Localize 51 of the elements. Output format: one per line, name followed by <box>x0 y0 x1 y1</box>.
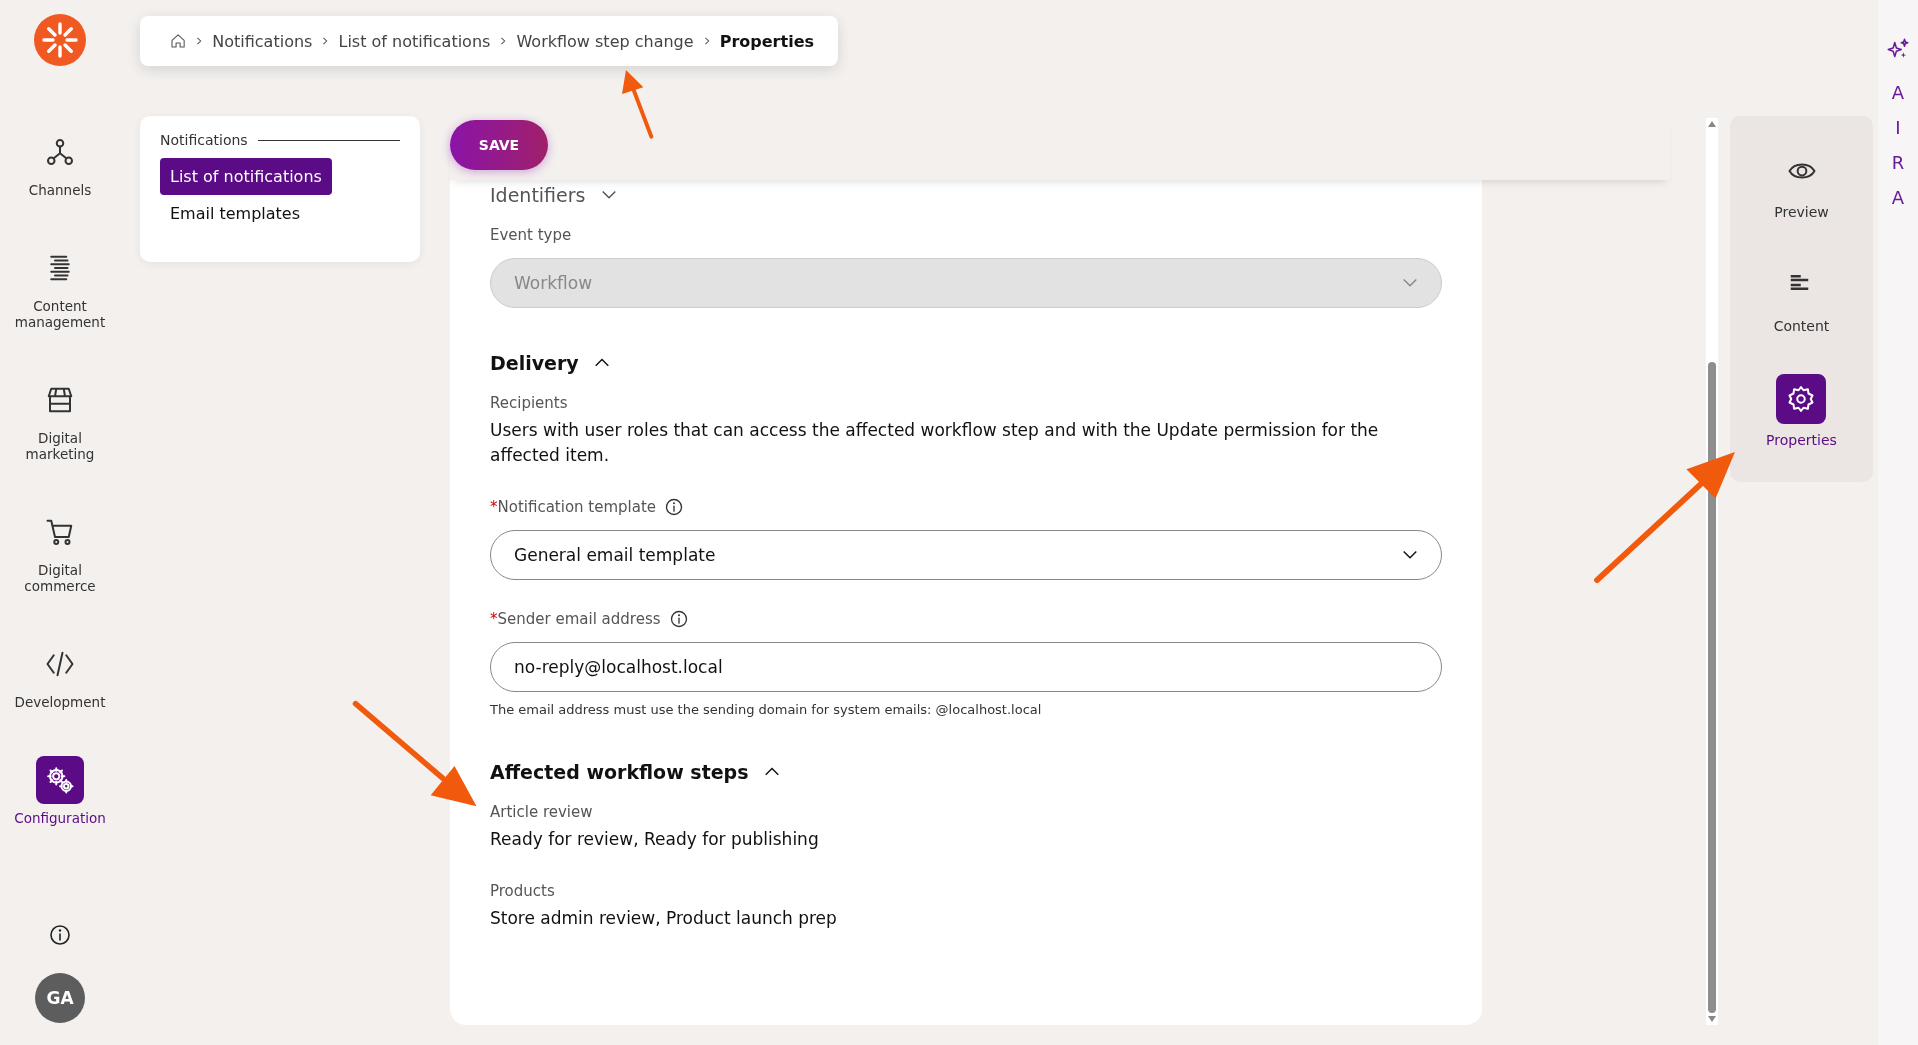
input-field[interactable]: no-reply@localhost.local <box>490 642 1442 692</box>
breadcrumb-current: Properties <box>719 31 814 51</box>
dropdown-field: Workflow <box>490 258 1442 308</box>
storefront-icon <box>45 385 75 415</box>
section-header[interactable]: Identifiers <box>490 180 1442 210</box>
info-icon[interactable] <box>664 497 685 517</box>
logo-icon <box>34 14 86 66</box>
user-avatar[interactable]: GA <box>35 973 85 1023</box>
aira-letter[interactable]: A <box>1891 82 1905 103</box>
info-icon[interactable] <box>48 923 72 947</box>
aira-letter[interactable]: R <box>1891 152 1905 173</box>
submenu-item[interactable]: Email templates <box>160 195 311 232</box>
field-label: Recipients <box>490 394 568 412</box>
nav-item[interactable]: Digital marketing <box>4 376 116 462</box>
network-icon <box>45 137 75 167</box>
breadcrumb-link[interactable]: Notifications <box>212 31 313 51</box>
field-value: Store admin review, Product launch prep <box>490 907 838 930</box>
breadcrumb-link[interactable]: Workflow step change <box>516 31 694 51</box>
nav-item[interactable]: Digital commerce <box>4 508 116 594</box>
help-text: The email address must use the sending domain for system emails: @localhost.local <box>490 702 1043 717</box>
field-label: Products <box>490 882 555 900</box>
scroll-down-icon[interactable] <box>1707 1015 1717 1023</box>
field-label: Article review <box>490 803 593 821</box>
field-label: *Notification template <box>490 498 657 516</box>
panel-tab[interactable]: Content <box>1773 260 1830 334</box>
field-value: Ready for review, Ready for publishing <box>490 828 820 851</box>
gears-icon <box>45 765 75 795</box>
scrollbar[interactable] <box>1706 118 1718 1025</box>
section-header[interactable]: Delivery <box>490 348 1442 378</box>
code-icon <box>45 649 75 679</box>
submenu-item[interactable]: List of notifications <box>160 158 332 195</box>
submenu-heading: Notifications <box>160 132 248 148</box>
field-label: *Sender email address <box>490 610 661 628</box>
save-button[interactable]: SAVE <box>450 120 548 170</box>
field-label: Event type <box>490 226 572 244</box>
aira-letter[interactable]: A <box>1891 187 1905 208</box>
home-icon[interactable] <box>170 32 187 50</box>
nav-item[interactable]: Development <box>4 640 116 710</box>
panel-tab[interactable]: Preview <box>1774 146 1829 220</box>
nav-item[interactable]: Channels <box>4 128 116 198</box>
dropdown-field[interactable]: General email template <box>490 530 1442 580</box>
breadcrumb-link[interactable]: List of notifications <box>338 31 491 51</box>
cart-icon <box>45 517 75 547</box>
nav-item[interactable]: Content management <box>4 244 116 330</box>
nav-item[interactable]: Configuration <box>4 756 116 826</box>
info-icon[interactable] <box>668 609 689 629</box>
aira-letter[interactable]: I <box>1895 117 1901 138</box>
field-value: Users with user roles that can access the affected workflow step and with the Update permission for the affected item. <box>490 419 1380 467</box>
panel-tab[interactable]: Properties <box>1766 374 1837 448</box>
section-header[interactable]: Affected workflow steps <box>490 757 1442 787</box>
scroll-up-icon[interactable] <box>1707 120 1717 128</box>
